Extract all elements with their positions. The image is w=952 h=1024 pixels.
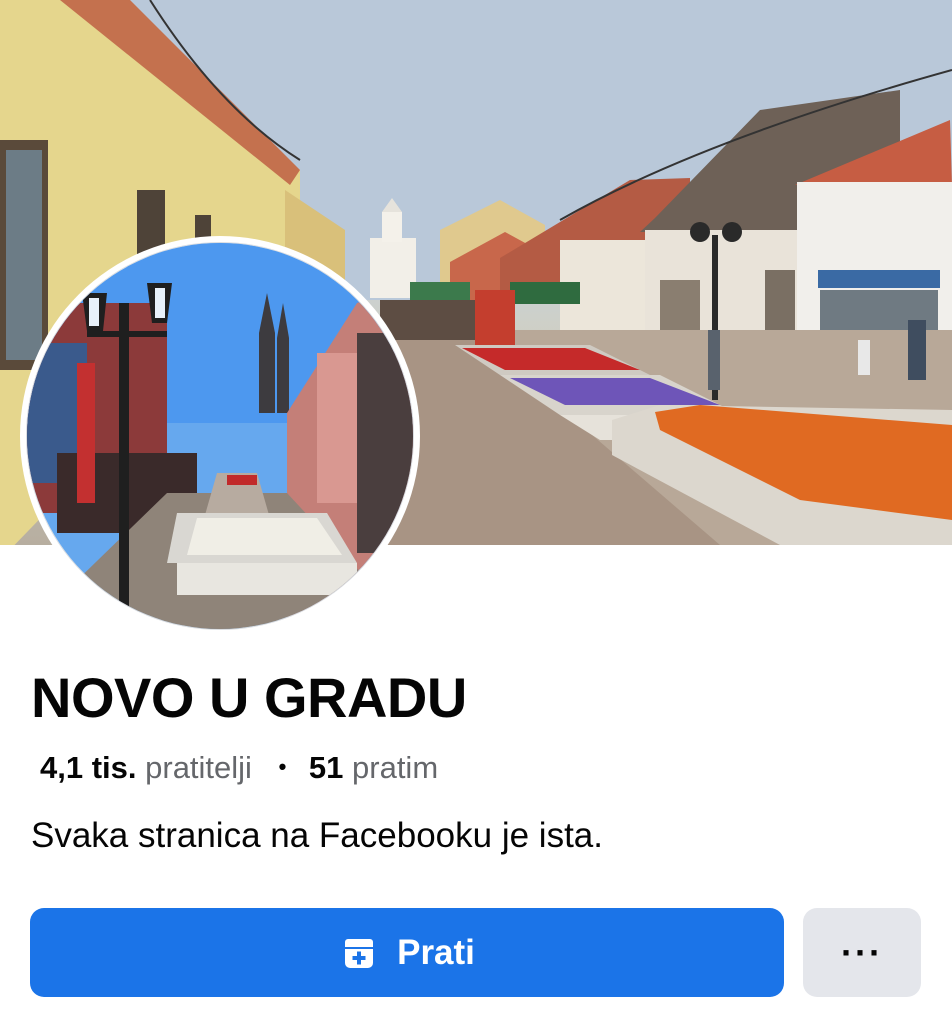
follow-stats: 4,1 tis. pratitelji • 51 pratim [40,748,438,791]
followers-count[interactable]: 4,1 tis. [40,750,137,785]
profile-picture[interactable] [20,236,420,636]
stats-separator: • [278,754,287,779]
more-options-button[interactable]: ··· [803,908,921,997]
profile-picture-image [26,242,414,630]
follow-button[interactable]: Prati [30,908,784,997]
more-options-icon: ··· [841,931,883,973]
follow-button-label: Prati [397,932,475,972]
follow-page-icon [339,933,379,973]
followers-label[interactable]: pratitelji [145,750,252,785]
facebook-page-header: NOVO U GRADU 4,1 tis. pratitelji • 51 pr… [0,0,952,1024]
following-label[interactable]: pratim [352,750,438,785]
following-count[interactable]: 51 [309,750,343,785]
page-title: NOVO U GRADU [31,666,467,729]
page-bio: Svaka stranica na Facebooku je ista. [31,816,603,855]
